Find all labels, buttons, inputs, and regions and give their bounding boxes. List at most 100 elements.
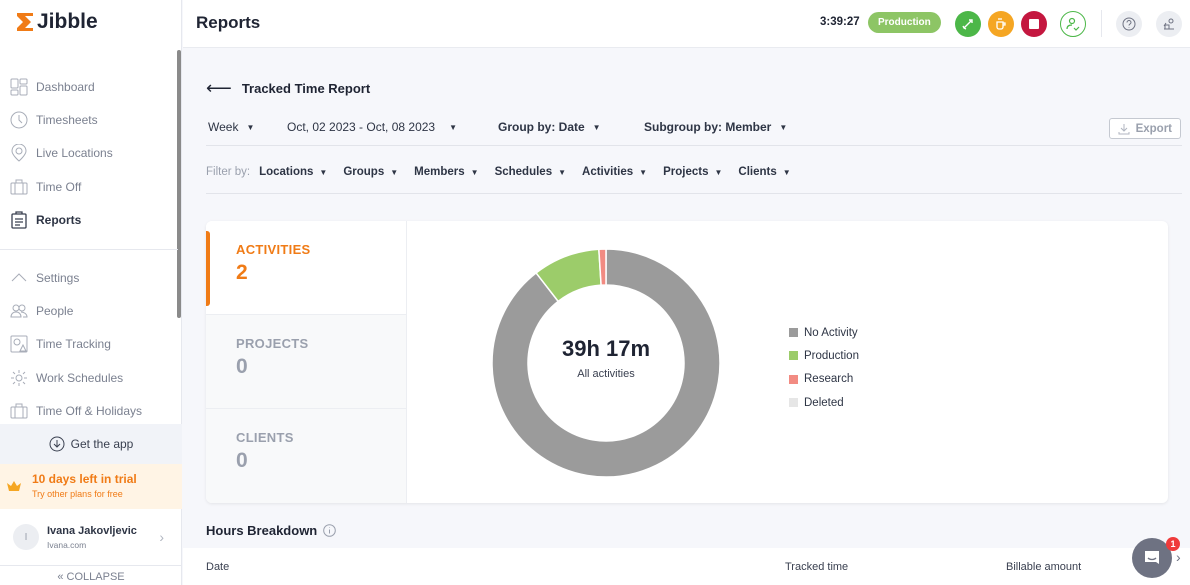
- sidebar: Jibble Dashboard Timesheets Live Locatio…: [0, 0, 182, 585]
- group-by-value: Group by: Date: [498, 120, 585, 134]
- double-chevron-left-icon: «: [57, 571, 64, 583]
- trial-subtitle[interactable]: Try other plans for free: [32, 489, 182, 499]
- chevron-right-icon[interactable]: ›: [1176, 549, 1181, 565]
- filter-label-text: Activities: [582, 166, 634, 178]
- chat-icon: [1145, 551, 1159, 564]
- filter-label-text: Clients: [738, 166, 777, 178]
- info-icon[interactable]: [323, 524, 337, 537]
- break-button[interactable]: [988, 11, 1014, 37]
- legend-label: No Activity: [804, 326, 858, 339]
- divider: [206, 145, 1182, 146]
- suitcase-icon: [10, 178, 28, 196]
- organization-icon: [1163, 18, 1174, 30]
- legend-item-no-activity[interactable]: No Activity: [789, 321, 859, 344]
- column-header-billable-amount[interactable]: Billable amount: [1006, 561, 1081, 573]
- get-app-button[interactable]: Get the app: [0, 424, 182, 464]
- group-by-select[interactable]: Group by: Date ▼: [498, 120, 601, 134]
- sidebar-item-work-schedules[interactable]: Work Schedules: [0, 361, 182, 394]
- filter-locations[interactable]: Locations ▼: [259, 166, 327, 178]
- sidebar-item-dashboard[interactable]: Dashboard: [0, 70, 182, 103]
- column-header-tracked-time[interactable]: Tracked time: [785, 561, 848, 573]
- sidebar-item-label: Live Locations: [36, 146, 113, 161]
- user-profile[interactable]: I Ivana Jakovljevic Ivana.com ›: [0, 512, 182, 562]
- caret-down-icon: ▼: [246, 122, 255, 132]
- legend-swatch: [789, 328, 798, 338]
- user-name: Ivana Jakovljevic: [47, 524, 137, 537]
- tab-projects[interactable]: PROJECTS 0: [206, 315, 406, 409]
- sidebar-item-reports[interactable]: Reports: [0, 204, 182, 237]
- activity-badge[interactable]: Production: [868, 12, 941, 33]
- collapse-button[interactable]: « COLLAPSE: [0, 565, 182, 583]
- back-arrow-icon[interactable]: ⟵: [206, 78, 232, 99]
- download-icon: [1118, 123, 1130, 134]
- trial-title: 10 days left in trial: [32, 472, 137, 486]
- date-range-value: Oct, 02 2023 - Oct, 08 2023: [287, 120, 436, 134]
- legend-item-deleted[interactable]: Deleted: [789, 391, 859, 414]
- filter-groups[interactable]: Groups ▼: [343, 166, 398, 178]
- people-icon: [10, 302, 28, 320]
- tab-value: 2: [236, 261, 248, 284]
- help-icon: [1122, 17, 1136, 31]
- sidebar-item-label: Settings: [36, 270, 80, 285]
- legend-item-research[interactable]: Research: [789, 368, 859, 391]
- sidebar-item-settings[interactable]: Settings: [0, 261, 182, 294]
- filter-clients[interactable]: Clients ▼: [738, 166, 790, 178]
- help-button[interactable]: [1116, 11, 1142, 37]
- sidebar-item-label: Dashboard: [36, 79, 95, 94]
- clock-icon: [10, 111, 28, 129]
- sidebar-item-time-tracking[interactable]: Time Tracking: [0, 328, 182, 361]
- hours-breakdown-label: Hours Breakdown: [206, 523, 318, 538]
- subgroup-by-select[interactable]: Subgroup by: Member ▼: [644, 120, 787, 134]
- dashboard-icon: [10, 78, 28, 96]
- suitcase-icon: [10, 402, 28, 420]
- summary-card: ACTIVITIES 2 PROJECTS 0 CLIENTS 0 39h 17…: [206, 221, 1168, 503]
- filter-schedules[interactable]: Schedules ▼: [495, 166, 566, 178]
- sidebar-item-label: Time Tracking: [36, 337, 111, 352]
- filter-members[interactable]: Members ▼: [414, 166, 478, 178]
- sidebar-item-label: Time Off: [36, 179, 82, 194]
- filter-label: Filter by:: [206, 166, 251, 178]
- tab-clients[interactable]: CLIENTS 0: [206, 409, 406, 503]
- download-icon: [49, 436, 65, 452]
- tab-activities[interactable]: ACTIVITIES 2: [206, 221, 406, 315]
- sidebar-item-time-off-holidays[interactable]: Time Off & Holidays: [0, 395, 182, 428]
- period-select[interactable]: Week ▼: [208, 120, 254, 134]
- date-range-select[interactable]: Oct, 02 2023 - Oct, 08 2023 ▼: [287, 120, 457, 134]
- sidebar-item-people[interactable]: People: [0, 294, 182, 327]
- trial-banner[interactable]: 10 days left in trial Try other plans fo…: [0, 464, 182, 509]
- sidebar-item-time-off[interactable]: Time Off: [0, 170, 182, 203]
- divider: [206, 193, 1182, 194]
- clock-in-status-button[interactable]: [1060, 11, 1086, 37]
- location-pin-icon: [10, 144, 28, 163]
- user-email: Ivana.com: [47, 539, 87, 550]
- tab-label: CLIENTS: [236, 430, 294, 445]
- filter-activities[interactable]: Activities ▼: [582, 166, 647, 178]
- filter-label-text: Locations: [259, 166, 314, 178]
- jibble-logo[interactable]: Jibble: [16, 10, 98, 34]
- app-name: Jibble: [37, 10, 98, 33]
- caret-down-icon: ▼: [714, 167, 723, 177]
- filter-label-text: Groups: [343, 166, 385, 178]
- sidebar-item-timesheets[interactable]: Timesheets: [0, 103, 182, 136]
- caret-down-icon: ▼: [449, 122, 458, 132]
- organization-settings-button[interactable]: [1156, 11, 1182, 37]
- export-button[interactable]: Export: [1108, 118, 1181, 139]
- stop-icon: [1029, 19, 1039, 29]
- sidebar-item-label: Reports: [36, 213, 82, 228]
- switch-activity-button[interactable]: [955, 11, 981, 37]
- column-header-date[interactable]: Date: [206, 561, 229, 573]
- report-title: Tracked Time Report: [241, 81, 371, 96]
- tab-label: PROJECTS: [236, 336, 309, 351]
- sidebar-item-live-locations[interactable]: Live Locations: [0, 137, 182, 170]
- report-header: ⟵ Tracked Time Report: [206, 78, 370, 99]
- stop-button[interactable]: [1021, 11, 1047, 37]
- filter-projects[interactable]: Projects ▼: [663, 166, 722, 178]
- total-time-label: All activities: [577, 368, 635, 380]
- filter-label-text: Projects: [663, 166, 709, 178]
- legend-item-production[interactable]: Production: [789, 344, 859, 367]
- filter-label-text: Schedules: [494, 166, 553, 178]
- clipboard-icon: [10, 211, 28, 229]
- legend-label: Production: [804, 349, 859, 362]
- chevron-up-icon: [10, 269, 28, 287]
- time-tracking-icon: [10, 335, 28, 353]
